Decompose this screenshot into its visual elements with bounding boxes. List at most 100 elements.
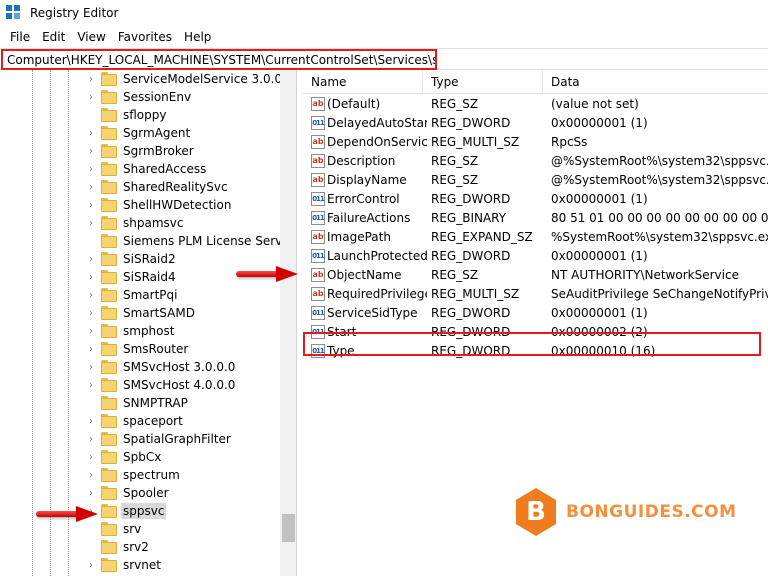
value-name: FailureActions: [327, 211, 411, 225]
expand-chevron-icon[interactable]: ›: [86, 70, 96, 88]
value-data: 0x00000001 (1): [551, 306, 648, 320]
value-data: @%SystemRoot%\system32\sppsvc.exe,-: [551, 154, 768, 168]
value-data: 0x00000001 (1): [551, 249, 648, 263]
expand-chevron-icon[interactable]: ›: [86, 304, 96, 322]
expand-chevron-icon[interactable]: ›: [86, 340, 96, 358]
tree-item-label: SharedRealitySvc: [123, 180, 228, 194]
folder-icon: [101, 414, 117, 428]
tree-item[interactable]: srv: [0, 520, 280, 538]
tree-item[interactable]: › ServiceModelService 3.0.0.0: [0, 70, 294, 88]
value-row[interactable]: ab DependOnService REG_MULTI_SZ RpcSs: [303, 133, 768, 152]
tree-item[interactable]: › SmsRouter: [0, 340, 280, 358]
expand-chevron-icon[interactable]: ›: [86, 556, 96, 574]
string-value-icon: ab: [311, 230, 325, 244]
column-data[interactable]: Data: [543, 70, 768, 94]
address-input[interactable]: Computer\HKEY_LOCAL_MACHINE\SYSTEM\Curre…: [1, 49, 437, 70]
tree-scroll-thumb[interactable]: [282, 514, 295, 542]
folder-icon: [101, 198, 117, 212]
menu-edit[interactable]: Edit: [36, 30, 71, 44]
registry-editor-icon: [6, 5, 22, 21]
tree-item[interactable]: Siemens PLM License Server: [0, 232, 295, 250]
expand-chevron-icon[interactable]: ›: [86, 124, 96, 142]
tree-item-label: SessionEnv: [123, 90, 192, 104]
tree-item[interactable]: › shpamsvc: [0, 214, 280, 232]
expand-chevron-icon[interactable]: ›: [86, 412, 96, 430]
value-type: REG_DWORD: [431, 116, 511, 130]
value-row[interactable]: ab ObjectName REG_SZ NT AUTHORITY\NetworkSe…: [303, 266, 768, 285]
tree-item[interactable]: › SpatialGraphFilter: [0, 430, 280, 448]
tree-item-label: SgrmBroker: [123, 144, 194, 158]
arrow-to-sppsvc-icon: [36, 506, 98, 522]
folder-icon: [101, 108, 117, 122]
expand-chevron-icon[interactable]: ›: [86, 322, 96, 340]
tree-item[interactable]: sfloppy: [0, 106, 280, 124]
menu-file[interactable]: File: [4, 30, 36, 44]
value-row[interactable]: ab DisplayName REG_SZ @%SystemRoot%\system3…: [303, 171, 768, 190]
value-row[interactable]: 011 ServiceSidType REG_DWORD 0x00000001 (1): [303, 304, 768, 323]
expand-chevron-icon[interactable]: ›: [86, 250, 96, 268]
expand-chevron-icon[interactable]: ›: [86, 88, 96, 106]
value-row[interactable]: ab (Default) REG_SZ (value not set): [303, 95, 768, 114]
tree-item-label: sfloppy: [123, 108, 167, 122]
tree-item-label: spectrum: [123, 468, 180, 482]
expand-chevron-icon[interactable]: ›: [86, 160, 96, 178]
value-row[interactable]: ab ImagePath REG_EXPAND_SZ %SystemRoot%\sys…: [303, 228, 768, 247]
menu-view[interactable]: View: [71, 30, 111, 44]
value-row[interactable]: 011 FailureActions REG_BINARY 80 51 01 00 0…: [303, 209, 768, 228]
value-row[interactable]: 011 DelayedAutoStart REG_DWORD 0x00000001 (…: [303, 114, 768, 133]
tree-item[interactable]: › spaceport: [0, 412, 280, 430]
tree-scrollbar[interactable]: [280, 70, 296, 576]
column-type[interactable]: Type: [423, 70, 543, 94]
value-row[interactable]: 011 LaunchProtected REG_DWORD 0x00000001 (1…: [303, 247, 768, 266]
tree-item[interactable]: › SharedRealitySvc: [0, 178, 280, 196]
tree-item[interactable]: › SgrmBroker: [0, 142, 280, 160]
value-row[interactable]: abRequiredPrivilege... REG_MULTI_SZ SeAudi…: [303, 285, 768, 304]
tree-item[interactable]: › SharedAccess: [0, 160, 280, 178]
tree-item[interactable]: › SgrmAgent: [0, 124, 280, 142]
expand-chevron-icon[interactable]: ›: [86, 196, 96, 214]
tree-item[interactable]: › SmartPqi: [0, 286, 280, 304]
expand-chevron-icon[interactable]: ›: [86, 448, 96, 466]
expand-chevron-icon[interactable]: ›: [86, 430, 96, 448]
folder-icon: [101, 324, 117, 338]
tree-item[interactable]: › Spooler: [0, 484, 280, 502]
tree-item-label: srv: [123, 522, 142, 536]
column-name[interactable]: Name: [303, 70, 423, 94]
tree-item[interactable]: › smphost: [0, 322, 280, 340]
tree-item[interactable]: › ShellHWDetection: [0, 196, 280, 214]
value-data: SeAuditPrivilege SeChangeNotifyPrivilege: [551, 287, 768, 301]
tree-item-label: SgrmAgent: [123, 126, 191, 140]
value-row[interactable]: ab Description REG_SZ @%SystemRoot%\system3…: [303, 152, 768, 171]
value-name: RequiredPrivilege...: [327, 287, 427, 301]
value-name: ObjectName: [327, 268, 402, 282]
expand-chevron-icon[interactable]: ›: [86, 178, 96, 196]
title-bar: Registry Editor: [0, 0, 768, 26]
expand-chevron-icon[interactable]: ›: [86, 484, 96, 502]
tree-item[interactable]: › spectrum: [0, 466, 280, 484]
tree-item[interactable]: › SMSvcHost 4.0.0.0: [0, 376, 280, 394]
tree-item[interactable]: › srvnet: [0, 556, 280, 574]
expand-chevron-icon[interactable]: ›: [86, 286, 96, 304]
tree-item[interactable]: › SmartSAMD: [0, 304, 280, 322]
expand-chevron-icon[interactable]: ›: [86, 268, 96, 286]
value-type: REG_DWORD: [431, 249, 511, 263]
folder-icon: [101, 216, 117, 230]
expand-chevron-icon[interactable]: ›: [86, 358, 96, 376]
expand-chevron-icon[interactable]: ›: [86, 214, 96, 232]
value-name: DelayedAutoStart: [327, 116, 427, 130]
expand-chevron-icon[interactable]: ›: [86, 142, 96, 160]
tree-item[interactable]: SNMPTRAP: [0, 394, 280, 412]
expand-chevron-icon[interactable]: ›: [86, 466, 96, 484]
string-value-icon: ab: [311, 97, 325, 111]
tree-item[interactable]: › SpbCx: [0, 448, 280, 466]
tree-item[interactable]: › SessionEnv: [0, 88, 280, 106]
tree-item-label: SmsRouter: [123, 342, 189, 356]
tree-item[interactable]: › SMSvcHost 3.0.0.0: [0, 358, 280, 376]
menu-help[interactable]: Help: [178, 30, 217, 44]
folder-icon: [101, 288, 117, 302]
expand-chevron-icon[interactable]: ›: [86, 376, 96, 394]
value-row[interactable]: 011 ErrorControl REG_DWORD 0x00000001 (1): [303, 190, 768, 209]
menu-favorites[interactable]: Favorites: [112, 30, 178, 44]
tree-item[interactable]: srv2: [0, 538, 280, 556]
value-name: ImagePath: [327, 230, 391, 244]
